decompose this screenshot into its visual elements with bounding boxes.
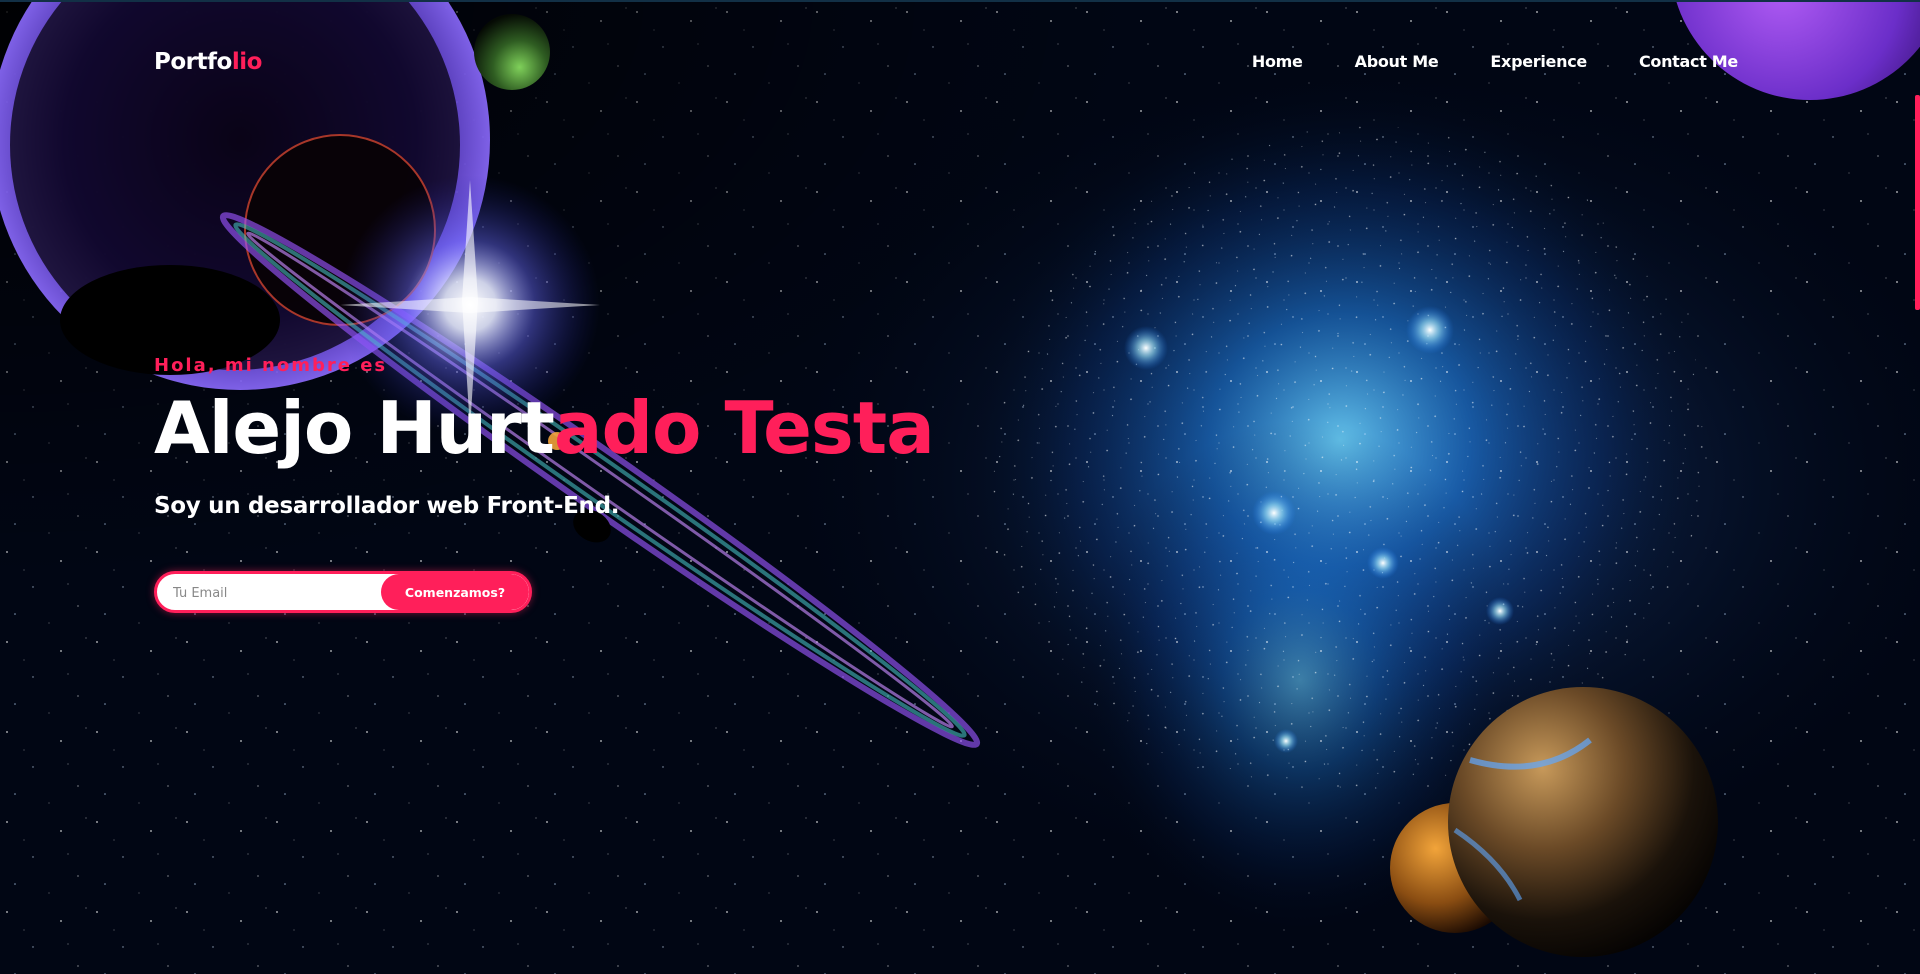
hero-tagline: Soy un desarrollador web Front-End. [154,493,620,519]
nav-link-contact-me[interactable]: Contact Me [1639,52,1738,71]
comenzamos-button[interactable]: Comenzamos? [381,574,529,610]
logo-accent-text: lio [231,49,263,75]
nav-link-about-me[interactable]: About Me [1355,52,1439,71]
email-input[interactable] [171,574,385,610]
nav-link-experience[interactable]: Experience [1490,52,1587,71]
email-signup-form: Comenzamos? [154,571,532,613]
scrollbar-thumb[interactable] [1915,95,1920,310]
hero-name-accent: ado Testa [553,386,935,470]
site-header: Portfolio Home About Me Experience Conta… [0,0,1920,125]
hero-name-white: Alejo Hurt [154,386,555,470]
logo-text: Portfo [154,49,232,75]
hero-name: Alejo Hurtado Testa [154,392,935,464]
hero-greeting: Hola, mi nombre es [154,355,388,376]
main-nav: Home About Me Experience Contact Me [1252,52,1738,71]
nav-link-home[interactable]: Home [1252,52,1303,71]
space-background [0,0,1920,974]
site-logo[interactable]: Portfolio [154,49,262,75]
